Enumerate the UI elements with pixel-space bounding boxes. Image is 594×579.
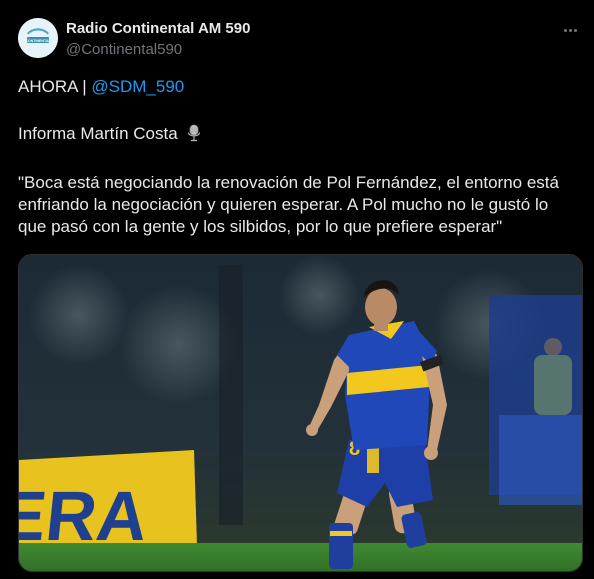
microphone-icon [186,124,202,148]
tweet-source: Informa Martín Costa [18,124,178,143]
tweet-prefix: AHORA | [18,77,92,96]
tweet-line-1: AHORA | @SDM_590 [18,76,578,98]
author-handle[interactable]: @Continental590 [66,41,182,58]
author-name[interactable]: Radio Continental AM 590 [66,20,250,37]
avatar-logo-text: CONTINENTAL [25,39,51,43]
tweet-line-2: Informa Martín Costa [18,123,578,148]
more-horizontal-icon[interactable] [560,22,580,38]
tweet-quote: "Boca está negociando la renovación de P… [18,173,559,236]
avatar[interactable]: CONTINENTAL [18,18,58,58]
tweet-card[interactable]: CONTINENTAL Radio Continental AM 590 @Co… [0,0,594,579]
tweet-photo[interactable]: ERA 8 [18,254,583,572]
mention-link[interactable]: @SDM_590 [91,77,184,96]
